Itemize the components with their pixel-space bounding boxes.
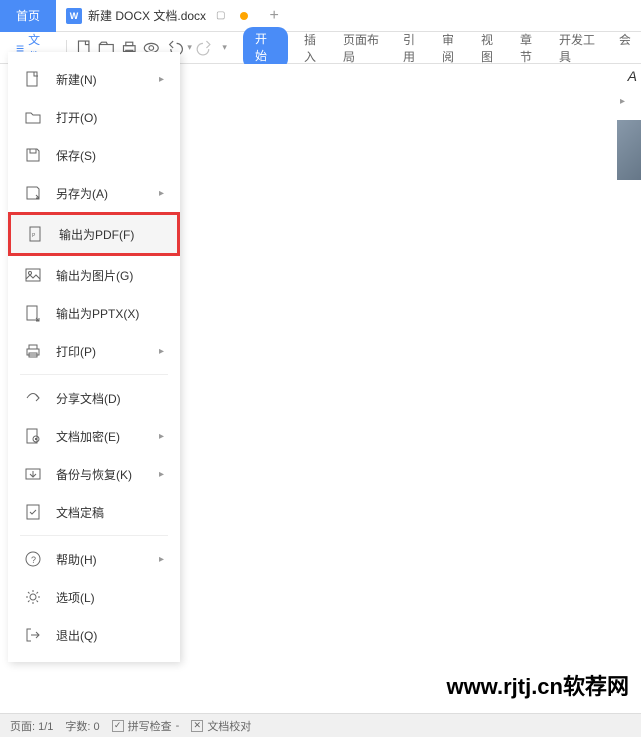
file-backup-label: 备份与恢复(K): [56, 466, 145, 483]
document-area[interactable]: [188, 64, 641, 713]
submenu-arrow-icon: ▸: [159, 431, 164, 442]
exit-icon: [24, 626, 42, 644]
submenu-arrow-icon: ▸: [159, 74, 164, 85]
font-indicator: A: [628, 68, 637, 84]
submenu-arrow-icon: ▸: [159, 346, 164, 357]
help-icon: ?: [24, 550, 42, 568]
page-indicator[interactable]: 页面: 1/1: [10, 718, 53, 734]
file-exit-label: 退出(Q): [56, 627, 164, 644]
doc-name: 新建 DOCX 文档.docx: [88, 7, 206, 24]
add-tab-button[interactable]: +: [258, 7, 291, 25]
svg-text:P: P: [32, 233, 36, 239]
file-options-label: 选项(L): [56, 589, 164, 606]
submenu-arrow-icon: ▸: [159, 554, 164, 565]
tab-more[interactable]: 会: [617, 27, 633, 69]
qat-dropdown[interactable]: ▾: [222, 42, 227, 53]
saveas-icon: [24, 184, 42, 202]
tab-references[interactable]: 引用: [401, 27, 426, 69]
tab-insert[interactable]: 插入: [302, 27, 327, 69]
redo-icon[interactable]: [196, 38, 215, 58]
file-backup[interactable]: 备份与恢复(K) ▸: [8, 455, 180, 493]
doc-proof[interactable]: ✕ 文档校对: [191, 718, 251, 734]
file-saveas-label: 另存为(A): [56, 185, 145, 202]
checkbox-icon: ✓: [112, 720, 124, 732]
check-doc-icon: [24, 503, 42, 521]
document-page[interactable]: [188, 64, 641, 713]
file-menu-panel: 新建(N) ▸ 打开(O) 保存(S) 另存为(A) ▸ P 输出为PDF(F)…: [8, 52, 180, 662]
checkbox-icon: ✕: [191, 720, 203, 732]
new-icon: [24, 70, 42, 88]
pptx-icon: [24, 304, 42, 322]
file-new[interactable]: 新建(N) ▸: [8, 60, 180, 98]
undo-dropdown[interactable]: ▾: [187, 42, 192, 53]
file-saveas[interactable]: 另存为(A) ▸: [8, 174, 180, 212]
word-count[interactable]: 字数: 0: [65, 718, 99, 734]
share-icon: [24, 389, 42, 407]
file-export-pdf-label: 输出为PDF(F): [59, 226, 161, 243]
file-export-image[interactable]: 输出为图片(G): [8, 256, 180, 294]
tab-sections[interactable]: 章节: [518, 27, 543, 69]
file-share-label: 分享文档(D): [56, 390, 164, 407]
lock-icon: [24, 427, 42, 445]
file-options[interactable]: 选项(L): [8, 578, 180, 616]
home-tab-label: 首页: [16, 7, 40, 24]
file-help-label: 帮助(H): [56, 551, 145, 568]
svg-text:?: ?: [31, 555, 36, 565]
file-open[interactable]: 打开(O): [8, 98, 180, 136]
print-icon: [24, 342, 42, 360]
tab-view[interactable]: 视图: [479, 27, 504, 69]
spell-check[interactable]: ✓ 拼写检查 -: [112, 718, 180, 734]
file-export-pdf[interactable]: P 输出为PDF(F): [8, 212, 180, 256]
file-finalize[interactable]: 文档定稿: [8, 493, 180, 531]
side-thumbnail: [617, 120, 641, 180]
file-save-label: 保存(S): [56, 147, 164, 164]
file-print-label: 打印(P): [56, 343, 145, 360]
tab-start[interactable]: 开始: [243, 27, 288, 69]
menu-separator: [20, 374, 168, 375]
file-encrypt-label: 文档加密(E): [56, 428, 145, 445]
tab-review[interactable]: 审阅: [440, 27, 465, 69]
file-help[interactable]: ? 帮助(H) ▸: [8, 540, 180, 578]
file-export-image-label: 输出为图片(G): [56, 267, 164, 284]
save-icon: [24, 146, 42, 164]
status-bar: 页面: 1/1 字数: 0 ✓ 拼写检查 - ✕ 文档校对: [0, 713, 641, 737]
pdf-icon: P: [27, 225, 45, 243]
file-export-pptx[interactable]: 输出为PPTX(X): [8, 294, 180, 332]
tab-developer[interactable]: 开发工具: [557, 27, 603, 69]
tab-page-layout[interactable]: 页面布局: [341, 27, 387, 69]
file-export-pptx-label: 输出为PPTX(X): [56, 305, 164, 322]
file-share[interactable]: 分享文档(D): [8, 379, 180, 417]
file-finalize-label: 文档定稿: [56, 504, 164, 521]
chevron-right-icon[interactable]: ▸: [620, 96, 625, 107]
gear-icon: [24, 588, 42, 606]
file-print[interactable]: 打印(P) ▸: [8, 332, 180, 370]
file-save[interactable]: 保存(S): [8, 136, 180, 174]
submenu-arrow-icon: ▸: [159, 469, 164, 480]
submenu-arrow-icon: ▸: [159, 188, 164, 199]
menu-separator: [20, 535, 168, 536]
tab-window-icon[interactable]: ▢: [216, 10, 225, 21]
folder-icon: [24, 108, 42, 126]
file-open-label: 打开(O): [56, 109, 164, 126]
document-tab[interactable]: W 新建 DOCX 文档.docx ▢: [56, 0, 257, 32]
file-new-label: 新建(N): [56, 71, 145, 88]
file-encrypt[interactable]: 文档加密(E) ▸: [8, 417, 180, 455]
tab-modified-indicator: [240, 12, 248, 20]
watermark: www.rjtj.cn软荐网: [446, 669, 629, 701]
image-icon: [24, 266, 42, 284]
doc-icon: W: [66, 8, 82, 24]
backup-icon: [24, 465, 42, 483]
file-exit[interactable]: 退出(Q): [8, 616, 180, 654]
